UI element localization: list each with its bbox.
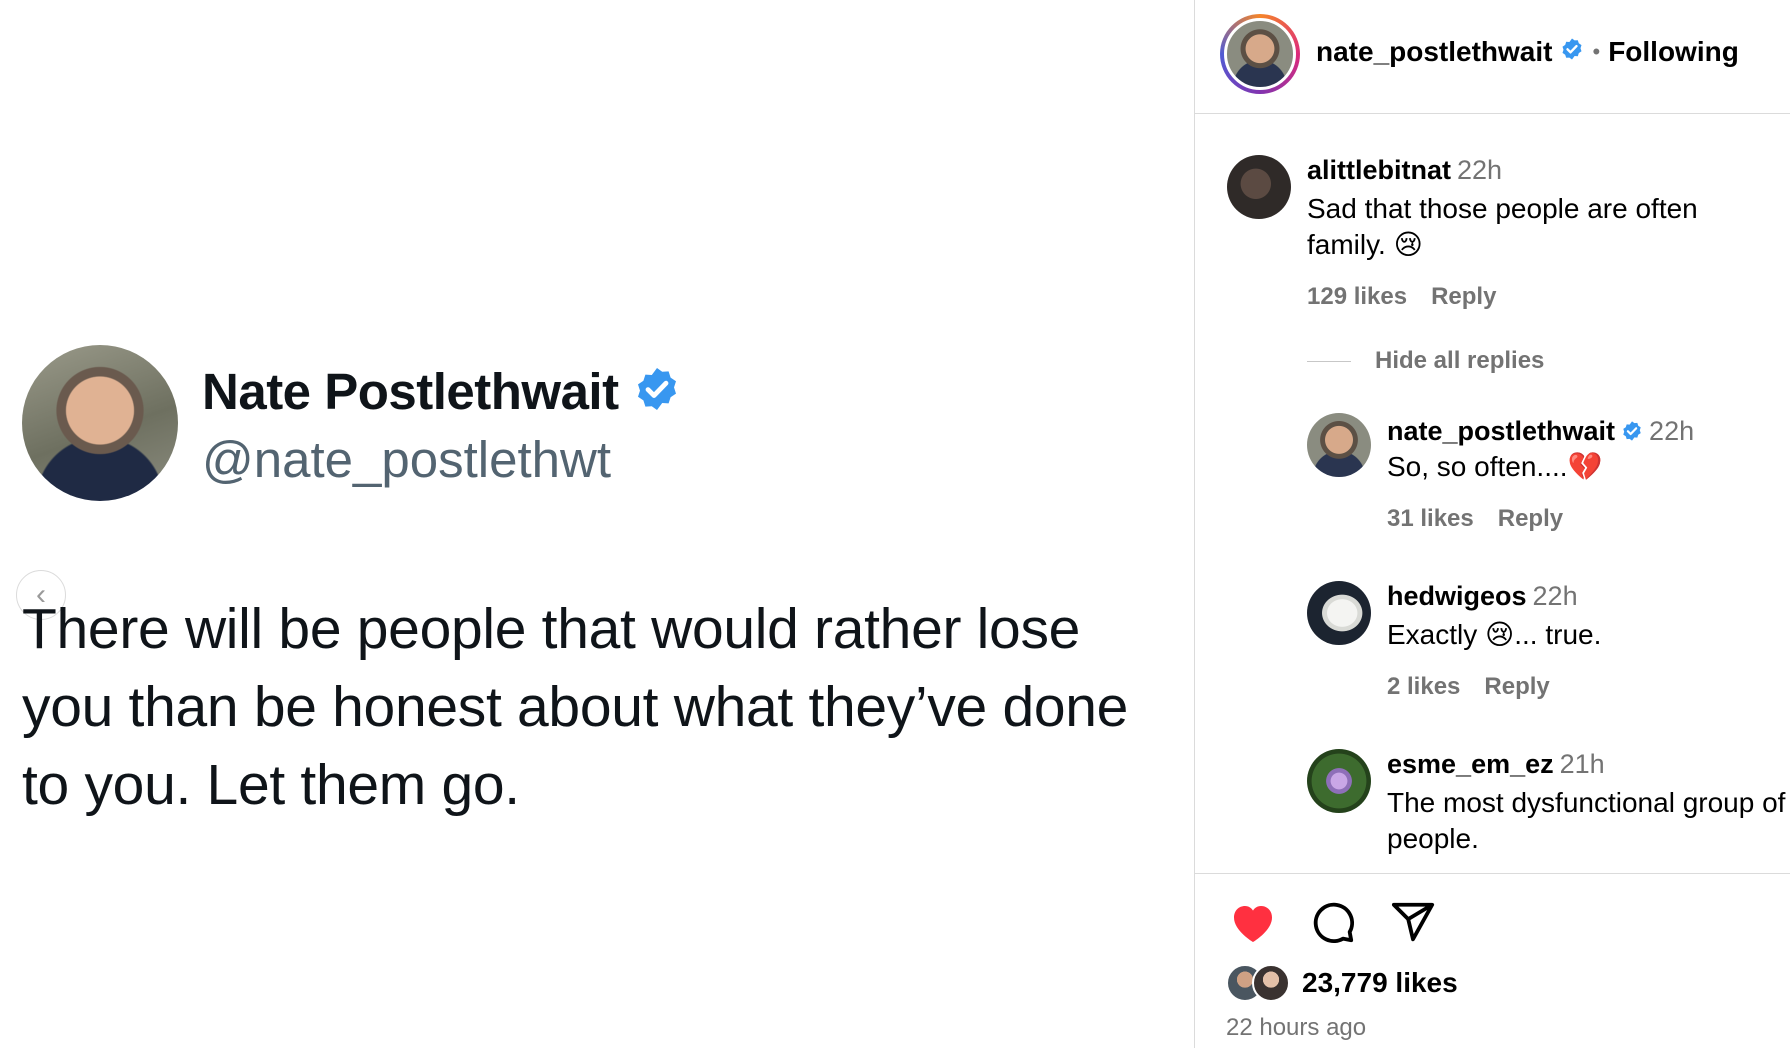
author-row: nate_postlethwait • Following [1316, 36, 1739, 68]
comment-text: Sad that those people are often family. … [1307, 193, 1698, 260]
post-actions-footer: 23,779 likes 22 hours ago [1195, 873, 1790, 1048]
reply-button[interactable]: Reply [1498, 505, 1563, 533]
verified-badge-icon [1621, 420, 1643, 442]
comment-time[interactable]: 21h [1560, 749, 1605, 779]
author-username[interactable]: nate_postlethwait [1316, 36, 1552, 68]
avatar[interactable] [1307, 749, 1371, 813]
comment-likes[interactable]: 129 likes [1307, 283, 1407, 311]
tweet-display-name: Nate Postlethwait [202, 363, 619, 420]
reply-button[interactable]: Reply [1431, 283, 1496, 311]
comment-text: So, so often....💔 [1387, 451, 1603, 482]
hide-replies-label: Hide all replies [1375, 347, 1545, 374]
post-side-panel: nate_postlethwait • Following alittlebit… [1194, 0, 1790, 1048]
verified-badge-icon [633, 365, 681, 418]
likes-count[interactable]: 23,779 likes [1302, 967, 1458, 999]
comment-username[interactable]: alittlebitnat [1307, 155, 1451, 185]
separator-dot: • [1592, 39, 1601, 64]
tweet-author-avatar [22, 345, 178, 501]
share-button[interactable] [1387, 898, 1439, 950]
comments-list: alittlebitnat 22h Sad that those people a… [1195, 115, 1790, 873]
comment-actions: 31 likes Reply [1387, 505, 1787, 533]
following-button[interactable]: Following [1608, 36, 1739, 68]
comment-text: Exactly 😢... true. [1387, 619, 1602, 650]
comment-icon [1310, 899, 1356, 950]
comment-time[interactable]: 22h [1649, 416, 1694, 447]
tweet-handle: @nate_postlethwt [202, 431, 612, 488]
liker-avatars [1226, 964, 1290, 1002]
hide-replies-button[interactable]: Hide all replies [1307, 347, 1544, 375]
avatar[interactable] [1227, 155, 1291, 219]
comment-text: The most dysfunctional group of people. [1387, 787, 1786, 854]
story-ring[interactable] [1220, 14, 1300, 94]
like-button[interactable] [1227, 898, 1279, 950]
author-avatar[interactable] [1224, 18, 1296, 90]
post-media: Nate Postlethwait @nate_postlethwt ‹ The… [0, 0, 1194, 1048]
comment-button[interactable] [1307, 898, 1359, 950]
comment-actions: 129 likes Reply [1307, 283, 1757, 311]
likes-summary: 23,779 likes [1226, 964, 1458, 1002]
tweet-text: There will be people that would rather l… [22, 597, 1129, 817]
comment-likes[interactable]: 2 likes [1387, 673, 1460, 701]
reply-button[interactable]: Reply [1484, 673, 1549, 701]
comment-time[interactable]: 22h [1457, 155, 1502, 185]
tweet-name-row: Nate Postlethwait [202, 362, 681, 421]
divider-line [1307, 361, 1351, 363]
verified-badge-icon [1560, 36, 1584, 68]
comment-username[interactable]: hedwigeos [1387, 581, 1527, 611]
avatar [1252, 964, 1290, 1002]
avatar[interactable] [1307, 413, 1371, 477]
post-timestamp[interactable]: 22 hours ago [1226, 1014, 1366, 1042]
post-header: nate_postlethwait • Following [1195, 0, 1790, 114]
heart-icon [1229, 900, 1277, 949]
comment-likes[interactable]: 31 likes [1387, 505, 1474, 533]
comment-actions: 2 likes Reply [1387, 673, 1787, 701]
comment-username[interactable]: esme_em_ez [1387, 749, 1554, 779]
comment-username[interactable]: nate_postlethwait [1387, 416, 1615, 447]
avatar[interactable] [1307, 581, 1371, 645]
share-icon [1390, 899, 1436, 950]
comment-time[interactable]: 22h [1533, 581, 1578, 611]
